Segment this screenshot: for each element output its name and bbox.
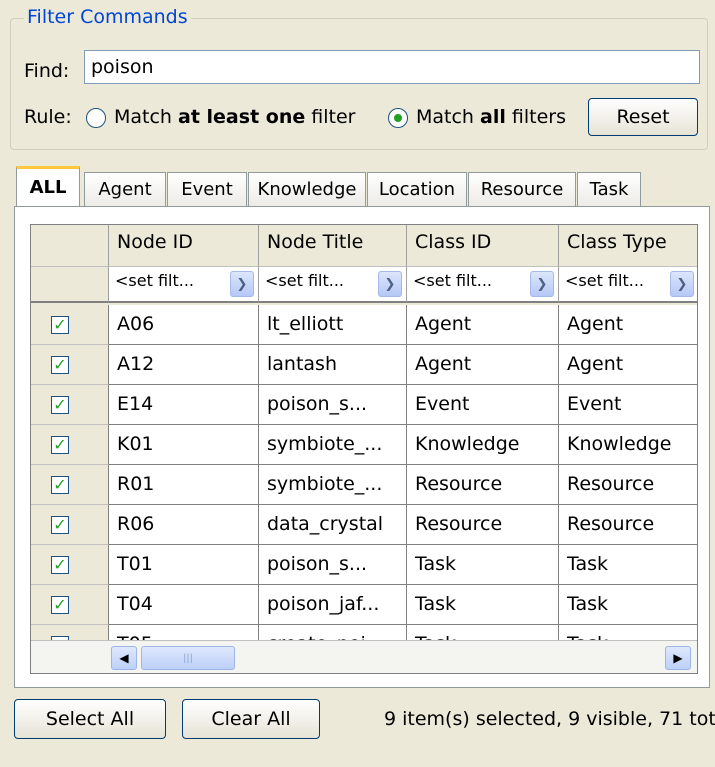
table-cell[interactable]: Event — [559, 385, 697, 425]
table-cell[interactable]: T01 — [109, 545, 259, 585]
table-cell[interactable]: Event — [407, 385, 559, 425]
table-cell[interactable]: Task — [559, 585, 697, 625]
radio-label-emphasis: at least one — [178, 106, 306, 128]
row-select-cell: ✓ — [31, 545, 109, 585]
corner-header — [31, 225, 109, 267]
row-checkbox[interactable]: ✓ — [51, 356, 69, 374]
filter-class-id[interactable]: <set filt... ❯ — [407, 267, 559, 303]
radio-label-prefix: Match — [114, 106, 179, 128]
tab-resource[interactable]: Resource — [468, 172, 576, 206]
table-cell[interactable]: lantash — [259, 345, 407, 385]
tab-task[interactable]: Task — [577, 172, 641, 206]
table-cell[interactable]: Task — [559, 545, 697, 585]
chevron-down-icon[interactable]: ❯ — [230, 271, 254, 297]
table-cell[interactable]: Resource — [407, 465, 559, 505]
status-text: 9 item(s) selected, 9 visible, 71 tot — [384, 708, 715, 730]
row-checkbox[interactable]: ✓ — [51, 556, 69, 574]
table-cell[interactable]: E14 — [109, 385, 259, 425]
table-cell[interactable]: A06 — [109, 305, 259, 345]
reset-button[interactable]: Reset — [588, 98, 698, 136]
table-cell[interactable]: lt_elliott — [259, 305, 407, 345]
tab-agent[interactable]: Agent — [84, 172, 166, 206]
row-checkbox[interactable]: ✓ — [51, 396, 69, 414]
table-cell[interactable]: Knowledge — [407, 425, 559, 465]
column-header-node-id[interactable]: Node ID — [109, 225, 259, 267]
table-cell[interactable]: symbiote_... — [259, 465, 407, 505]
filter-node-title[interactable]: <set filt... ❯ — [259, 267, 407, 303]
table-cell[interactable]: data_crystal — [259, 505, 407, 545]
radio-label-emphasis: all — [480, 106, 506, 128]
select-all-button[interactable]: Select All — [14, 699, 166, 739]
row-select-cell: ✓ — [31, 425, 109, 465]
match-at-least-one-radio[interactable] — [86, 108, 106, 128]
row-select-cell: ✓ — [31, 585, 109, 625]
filter-placeholder: <set filt... — [265, 271, 344, 290]
column-header-class-type[interactable]: Class Type — [559, 225, 697, 267]
row-select-cell: ✓ — [31, 385, 109, 425]
find-label: Find: — [24, 60, 70, 82]
tab-location[interactable]: Location — [367, 172, 467, 206]
table-cell[interactable]: R06 — [109, 505, 259, 545]
table-cell[interactable]: Task — [407, 585, 559, 625]
scroll-right-icon[interactable]: ▶ — [665, 646, 691, 670]
filter-node-id[interactable]: <set filt... ❯ — [109, 267, 259, 303]
tab-knowledge[interactable]: Knowledge — [248, 172, 366, 206]
table-cell[interactable]: Knowledge — [559, 425, 697, 465]
table-cell[interactable]: R01 — [109, 465, 259, 505]
row-select-cell: ✓ — [31, 505, 109, 545]
row-checkbox[interactable]: ✓ — [51, 316, 69, 334]
table-cell[interactable]: Agent — [559, 305, 697, 345]
filter-class-type[interactable]: <set filt... ❯ — [559, 267, 697, 303]
column-header-class-id[interactable]: Class ID — [407, 225, 559, 267]
table-cell[interactable]: Task — [407, 545, 559, 585]
horizontal-scrollbar[interactable]: ◀ ||| ▶ — [31, 640, 697, 673]
nodes-table: Node ID Node Title Class ID Class Type <… — [30, 224, 698, 674]
table-cell[interactable]: Resource — [559, 465, 697, 505]
rule-label: Rule: — [24, 106, 72, 128]
table-cell[interactable]: Resource — [407, 505, 559, 545]
table-cell[interactable]: Agent — [407, 345, 559, 385]
tab-all[interactable]: ALL — [16, 166, 80, 206]
match-all-radio[interactable] — [388, 108, 408, 128]
match-at-least-one-label[interactable]: Match at least one filter — [114, 106, 355, 128]
row-checkbox[interactable]: ✓ — [51, 516, 69, 534]
clear-all-button[interactable]: Clear All — [182, 699, 320, 739]
filter-placeholder: <set filt... — [565, 271, 644, 290]
column-header-node-title[interactable]: Node Title — [259, 225, 407, 267]
scroll-thumb[interactable]: ||| — [141, 646, 235, 670]
tab-event[interactable]: Event — [167, 172, 247, 206]
table-cell[interactable]: poison_jaf... — [259, 585, 407, 625]
row-select-cell: ✓ — [31, 305, 109, 345]
match-all-label[interactable]: Match all filters — [416, 106, 566, 128]
table-cell[interactable]: symbiote_... — [259, 425, 407, 465]
corner-filter — [31, 267, 109, 303]
table-cell[interactable]: Agent — [559, 345, 697, 385]
table-cell[interactable]: poison_s... — [259, 545, 407, 585]
row-checkbox[interactable]: ✓ — [51, 436, 69, 454]
row-checkbox[interactable]: ✓ — [51, 596, 69, 614]
table-cell[interactable]: poison_s... — [259, 385, 407, 425]
row-select-cell: ✓ — [31, 465, 109, 505]
chevron-down-icon[interactable]: ❯ — [378, 271, 402, 297]
radio-label-prefix: Match — [416, 106, 481, 128]
filter-commands-title: Filter Commands — [24, 6, 191, 28]
table-cell[interactable]: T04 — [109, 585, 259, 625]
chevron-down-icon[interactable]: ❯ — [530, 271, 554, 297]
table-cell[interactable]: A12 — [109, 345, 259, 385]
table-cell[interactable]: Resource — [559, 505, 697, 545]
row-checkbox[interactable]: ✓ — [51, 476, 69, 494]
find-input[interactable] — [84, 50, 700, 84]
filter-placeholder: <set filt... — [413, 271, 492, 290]
scroll-left-icon[interactable]: ◀ — [111, 646, 137, 670]
radio-label-suffix: filters — [505, 106, 567, 128]
table-cell[interactable]: K01 — [109, 425, 259, 465]
chevron-down-icon[interactable]: ❯ — [670, 271, 694, 297]
filter-placeholder: <set filt... — [115, 271, 194, 290]
radio-label-suffix: filter — [305, 106, 356, 128]
table-cell[interactable]: Agent — [407, 305, 559, 345]
row-select-cell: ✓ — [31, 345, 109, 385]
